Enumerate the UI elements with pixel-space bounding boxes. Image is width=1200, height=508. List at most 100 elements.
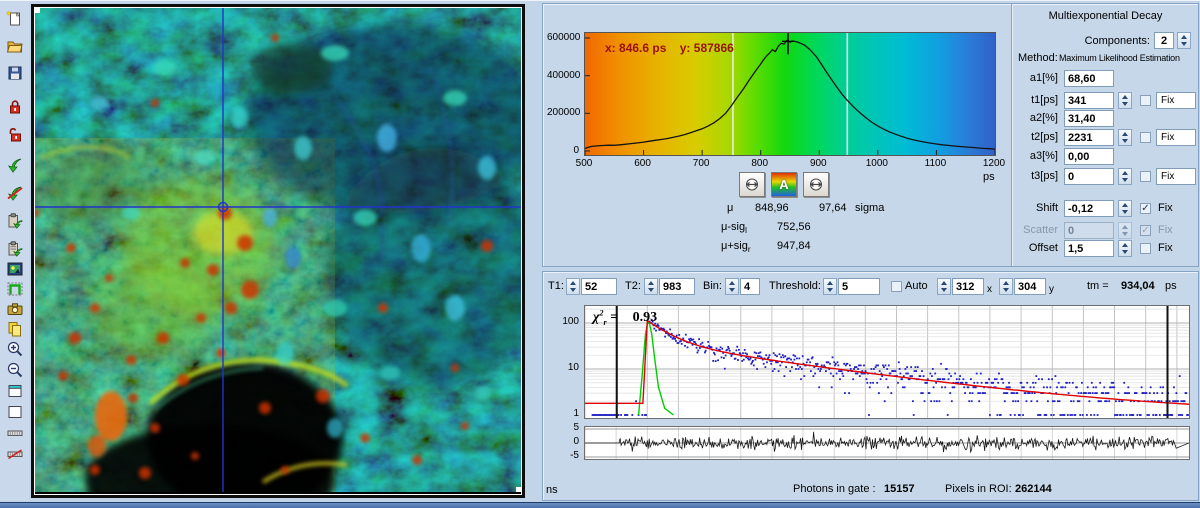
t2-spinner[interactable] bbox=[644, 278, 658, 295]
preview-image-icon bbox=[6, 260, 24, 278]
duplicate-page-icon bbox=[6, 320, 24, 338]
image-frame bbox=[31, 4, 525, 498]
analysis-top-panel: 6000004000002000000 x: 846.6 ps y: 58786… bbox=[542, 3, 1199, 267]
spectrum-x-tick: 600 bbox=[634, 158, 651, 169]
unlock-icon bbox=[6, 126, 24, 144]
param-field-a3[%][interactable]: 0,00 bbox=[1064, 148, 1114, 165]
threshold-spinner[interactable] bbox=[823, 278, 837, 295]
param-field-t3[ps][interactable]: 0 bbox=[1064, 168, 1114, 185]
param-label-a2[%]: a2[%] bbox=[1014, 112, 1058, 125]
gate-button[interactable] bbox=[4, 279, 26, 299]
tm-unit: ps bbox=[1165, 280, 1177, 293]
zoom-out-button[interactable] bbox=[4, 360, 26, 380]
sigma-value: 97,64 bbox=[819, 202, 847, 215]
param-field-a1[%][interactable]: 68,60 bbox=[1064, 70, 1114, 87]
unlock-button[interactable] bbox=[4, 125, 26, 145]
param-field-t1[ps][interactable]: 341 bbox=[1064, 92, 1114, 109]
preview-image-button[interactable] bbox=[4, 259, 26, 279]
decay-plot[interactable]: χ2r = 0.93 bbox=[584, 305, 1190, 419]
sigma-label: sigma bbox=[855, 202, 884, 215]
expand-range-button[interactable] bbox=[803, 172, 829, 197]
zoom-out-icon bbox=[6, 361, 24, 379]
camera-icon bbox=[6, 300, 24, 318]
param-field-a2[%][interactable]: 31,40 bbox=[1064, 110, 1114, 127]
spectrum-y-tick: 0 bbox=[547, 145, 579, 156]
components-spinner[interactable] bbox=[1177, 32, 1191, 49]
open-file-button[interactable] bbox=[4, 36, 26, 56]
auto-color-button[interactable]: A bbox=[771, 172, 797, 197]
spectrum-x-tick: 800 bbox=[751, 158, 768, 169]
fluorescence-image[interactable] bbox=[35, 8, 521, 492]
residual-y-tick: -5 bbox=[547, 450, 579, 461]
open-file-icon bbox=[6, 37, 24, 55]
paste-model-all-button[interactable] bbox=[4, 239, 26, 259]
image-panel bbox=[29, 1, 540, 501]
param-label-t2[ps]: t2[ps] bbox=[1014, 131, 1058, 144]
flim-application-window: 6000004000002000000 x: 846.6 ps y: 58786… bbox=[0, 0, 1200, 508]
y-pixel-spinner[interactable] bbox=[999, 278, 1013, 295]
x-pixel-field[interactable]: 312 bbox=[952, 278, 984, 295]
param-spinner-t2[ps][interactable] bbox=[1118, 129, 1132, 146]
spectrum-y-tick: 200000 bbox=[547, 107, 579, 118]
decay-curve-panel: T1: 52 T2: 983 Bin: 4 Threshold: 5 Auto … bbox=[542, 271, 1199, 501]
t1-spinner[interactable] bbox=[566, 278, 580, 295]
param-field-Offset[interactable]: 1,5 bbox=[1064, 240, 1114, 257]
fix-checkbox-Offset[interactable] bbox=[1140, 243, 1151, 254]
param-spinner-Offset[interactable] bbox=[1118, 240, 1132, 257]
apply-model-off-button[interactable] bbox=[4, 183, 26, 203]
param-spinner-Shift[interactable] bbox=[1118, 200, 1132, 217]
param-spinner-Scatter bbox=[1118, 222, 1132, 239]
spectrum-plot[interactable]: x: 846.6 ps y: 587866 bbox=[584, 32, 996, 156]
tm-value: 934,04 bbox=[1121, 280, 1155, 293]
tm-label: tm = bbox=[1087, 280, 1109, 293]
paste-model-button[interactable] bbox=[4, 211, 26, 231]
threshold-field[interactable]: 5 bbox=[838, 278, 880, 295]
decay-y-tick: 100 bbox=[547, 316, 579, 327]
camera-button[interactable] bbox=[4, 299, 26, 319]
window-color-button[interactable] bbox=[4, 381, 26, 401]
fix-checkbox-t1[ps][interactable] bbox=[1140, 95, 1151, 106]
components-field[interactable]: 2 bbox=[1154, 32, 1174, 49]
param-label-a1[%]: a1[%] bbox=[1014, 72, 1058, 85]
param-field-Scatter[interactable]: 0 bbox=[1064, 222, 1114, 239]
t2-label: T2: bbox=[625, 280, 641, 293]
scale-bar-off-button[interactable] bbox=[4, 444, 26, 464]
pixels-value: 262144 bbox=[1015, 483, 1052, 496]
param-label-Offset: Offset bbox=[1014, 242, 1058, 255]
t2-field[interactable]: 983 bbox=[659, 278, 695, 295]
y-pixel-field[interactable]: 304 bbox=[1014, 278, 1046, 295]
param-label-Shift: Shift bbox=[1014, 202, 1058, 215]
t1-label: T1: bbox=[548, 280, 564, 293]
zoom-in-button[interactable] bbox=[4, 339, 26, 359]
fix-checkbox-t3[ps][interactable] bbox=[1140, 171, 1151, 182]
param-spinner-t1[ps][interactable] bbox=[1118, 92, 1132, 109]
lock-button[interactable] bbox=[4, 97, 26, 117]
mu-value: 848,96 bbox=[755, 202, 789, 215]
t1-field[interactable]: 52 bbox=[581, 278, 617, 295]
scale-bar-button[interactable] bbox=[4, 423, 26, 443]
auto-checkbox[interactable] bbox=[891, 281, 902, 292]
apply-model-button[interactable] bbox=[4, 155, 26, 175]
save-file-button[interactable] bbox=[4, 63, 26, 83]
new-file-button[interactable] bbox=[4, 9, 26, 29]
param-field-t2[ps][interactable]: 2231 bbox=[1064, 129, 1114, 146]
x-pixel-spinner[interactable] bbox=[937, 278, 951, 295]
duplicate-page-button[interactable] bbox=[4, 319, 26, 339]
residual-plot[interactable] bbox=[584, 426, 1190, 460]
fix-checkbox-Shift[interactable] bbox=[1140, 203, 1151, 214]
bin-field[interactable]: 4 bbox=[740, 278, 760, 295]
spectrum-x-tick: 1100 bbox=[925, 158, 947, 169]
apply-model-off-icon bbox=[6, 184, 24, 202]
shrink-range-button[interactable] bbox=[739, 172, 765, 197]
scale-bar-icon bbox=[6, 424, 24, 442]
bin-spinner[interactable] bbox=[725, 278, 739, 295]
param-spinner-t3[ps][interactable] bbox=[1118, 168, 1132, 185]
residual-y-tick: 5 bbox=[547, 422, 579, 433]
photons-value: 15157 bbox=[884, 483, 915, 496]
param-field-Shift[interactable]: -0,12 bbox=[1064, 200, 1114, 217]
fix-checkbox-Scatter[interactable] bbox=[1140, 225, 1151, 236]
fix-checkbox-t2[ps][interactable] bbox=[1140, 132, 1151, 143]
mu-minus-sigma-label: μ-sigl bbox=[721, 221, 747, 237]
apply-model-icon bbox=[6, 156, 24, 174]
window-plain-button[interactable] bbox=[4, 402, 26, 422]
